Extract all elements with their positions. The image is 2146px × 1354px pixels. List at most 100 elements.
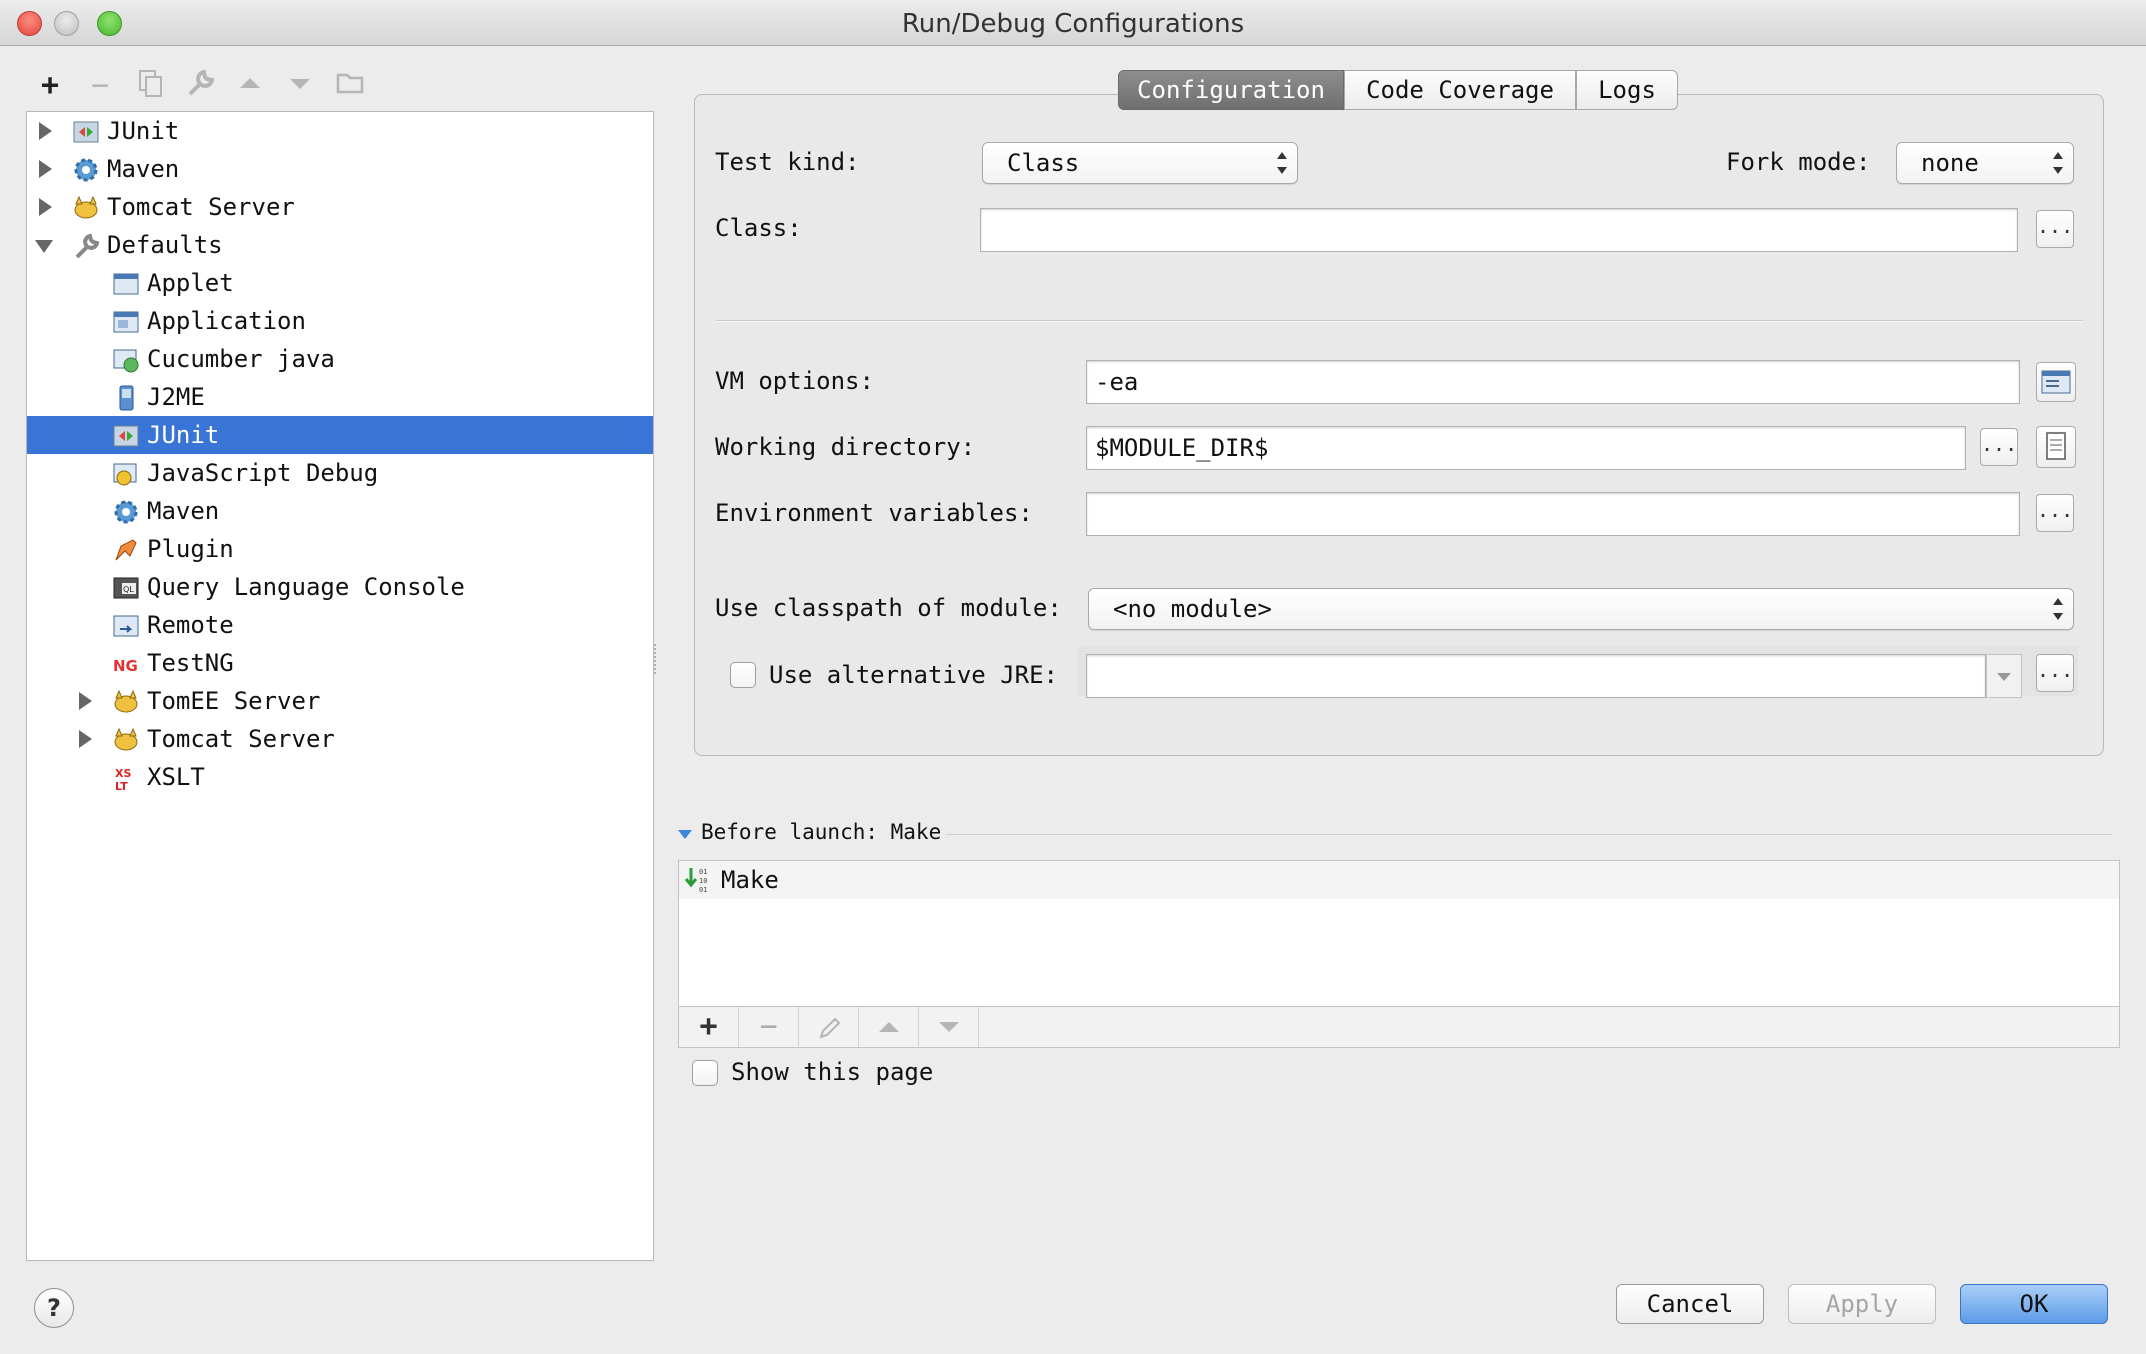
working-directory-field[interactable]: $MODULE_DIR$ bbox=[1086, 426, 1966, 470]
tree-item-tomee-server[interactable]: TomEE Server bbox=[27, 682, 653, 720]
expand-arrow-icon[interactable] bbox=[39, 122, 52, 140]
folder-icon bbox=[336, 73, 364, 94]
tree-item-applet[interactable]: Applet bbox=[27, 264, 653, 302]
tree-item-remote[interactable]: Remote bbox=[27, 606, 653, 644]
tree-item-junit[interactable]: JUnit bbox=[27, 112, 653, 150]
select-arrows-icon bbox=[2053, 152, 2063, 174]
before-launch-divider bbox=[946, 834, 2112, 835]
tomcat-icon bbox=[74, 195, 98, 219]
add-configuration-button[interactable]: + bbox=[32, 68, 68, 104]
move-down-button[interactable] bbox=[282, 68, 318, 104]
svg-text:01: 01 bbox=[699, 868, 707, 876]
tree-item-defaults[interactable]: Defaults bbox=[27, 226, 653, 264]
chevron-down-icon bbox=[1997, 673, 2011, 681]
expand-arrow-icon[interactable] bbox=[79, 692, 92, 710]
create-folder-button[interactable] bbox=[332, 68, 368, 104]
tree-item-defaults-maven[interactable]: Maven bbox=[27, 492, 653, 530]
alternative-jre-field[interactable] bbox=[1086, 654, 1986, 698]
insert-macro-button[interactable] bbox=[2036, 426, 2076, 468]
expand-arrow-icon[interactable] bbox=[79, 730, 92, 748]
before-launch-toolbar: + − bbox=[678, 1006, 2120, 1048]
edit-task-button[interactable] bbox=[799, 1007, 859, 1047]
environment-variables-label: Environment variables: bbox=[715, 499, 1033, 527]
remote-icon bbox=[113, 615, 139, 637]
before-launch-header: Before launch: Make bbox=[701, 820, 942, 844]
ok-button[interactable]: OK bbox=[1960, 1284, 2108, 1324]
tree-item-xslt[interactable]: XS LT XSLT bbox=[27, 758, 653, 796]
arrow-down-icon bbox=[290, 79, 310, 89]
tree-item-javascript-debug[interactable]: JavaScript Debug bbox=[27, 454, 653, 492]
tree-item-application[interactable]: Application bbox=[27, 302, 653, 340]
expand-text-icon bbox=[2041, 370, 2071, 394]
show-page-label: Show this page bbox=[731, 1058, 934, 1086]
show-page-checkbox[interactable] bbox=[692, 1060, 718, 1086]
vm-options-label: VM options: bbox=[715, 367, 874, 395]
tree-item-plugin[interactable]: Plugin bbox=[27, 530, 653, 568]
vm-options-field[interactable]: -ea bbox=[1086, 360, 2020, 404]
move-task-up-button[interactable] bbox=[859, 1007, 919, 1047]
remove-task-button[interactable]: − bbox=[739, 1007, 799, 1047]
arrow-down-icon bbox=[939, 1022, 959, 1032]
alternative-jre-checkbox[interactable] bbox=[730, 662, 756, 688]
tomee-icon bbox=[114, 689, 138, 713]
list-item[interactable]: 01 10 01 Make bbox=[679, 861, 2119, 899]
window-title: Run/Debug Configurations bbox=[901, 9, 1245, 39]
cancel-button[interactable]: Cancel bbox=[1616, 1284, 1764, 1324]
make-icon: 011001 bbox=[684, 868, 707, 894]
fork-mode-label: Fork mode: bbox=[1726, 148, 1871, 176]
splitter-handle[interactable] bbox=[654, 644, 662, 674]
classpath-module-select[interactable]: <no module> bbox=[1088, 588, 2074, 630]
tab-logs[interactable]: Logs bbox=[1576, 70, 1678, 110]
class-label: Class: bbox=[715, 214, 802, 242]
cucumber-icon bbox=[113, 349, 139, 373]
separator bbox=[716, 320, 2082, 322]
edit-defaults-button[interactable] bbox=[182, 68, 218, 104]
tree-item-cucumber-java[interactable]: Cucumber java bbox=[27, 340, 653, 378]
class-field[interactable] bbox=[980, 208, 2018, 252]
tree-item-maven[interactable]: Maven bbox=[27, 150, 653, 188]
fork-mode-select[interactable]: none bbox=[1896, 142, 2074, 184]
svg-text:10: 10 bbox=[699, 877, 707, 885]
class-browse-button[interactable]: ... bbox=[2036, 210, 2074, 248]
add-task-button[interactable]: + bbox=[679, 1007, 739, 1047]
configuration-tree[interactable]: JUnit Maven Tomcat Server Defaults Apple… bbox=[26, 111, 654, 1261]
tree-item-query-language-console[interactable]: QL Query Language Console bbox=[27, 568, 653, 606]
help-button[interactable]: ? bbox=[34, 1288, 74, 1328]
wrench-icon bbox=[188, 69, 215, 96]
expand-arrow-icon[interactable] bbox=[39, 160, 52, 178]
environment-variables-browse-button[interactable]: ... bbox=[2036, 494, 2074, 532]
expand-vm-options-button[interactable] bbox=[2036, 362, 2076, 402]
alternative-jre-browse-button[interactable]: ... bbox=[2036, 654, 2074, 692]
move-task-down-button[interactable] bbox=[919, 1007, 979, 1047]
tab-code-coverage[interactable]: Code Coverage bbox=[1344, 70, 1576, 110]
move-up-button[interactable] bbox=[232, 68, 268, 104]
select-arrows-icon bbox=[1277, 152, 1287, 174]
maven-gear-icon bbox=[114, 500, 138, 524]
collapse-triangle-icon[interactable] bbox=[676, 826, 694, 842]
svg-text:LT: LT bbox=[115, 780, 128, 791]
environment-variables-field[interactable] bbox=[1086, 492, 2020, 536]
tree-item-j2me[interactable]: J2ME bbox=[27, 378, 653, 416]
tree-item-tomcat-server[interactable]: Tomcat Server bbox=[27, 188, 653, 226]
copy-configuration-button[interactable] bbox=[132, 68, 168, 104]
query-console-icon: QL bbox=[113, 577, 139, 599]
remove-configuration-button[interactable]: − bbox=[82, 68, 118, 104]
svg-text:01: 01 bbox=[699, 886, 707, 894]
junit-icon bbox=[113, 425, 139, 447]
tree-item-defaults-junit[interactable]: JUnit bbox=[27, 416, 653, 454]
test-kind-select[interactable]: Class bbox=[982, 142, 1298, 184]
collapse-arrow-icon[interactable] bbox=[35, 240, 53, 253]
working-directory-browse-button[interactable]: ... bbox=[1980, 428, 2018, 466]
expand-arrow-icon[interactable] bbox=[39, 198, 52, 216]
make-label: Make bbox=[721, 866, 779, 894]
defaults-wrench-icon bbox=[75, 233, 99, 259]
classpath-module-value: <no module> bbox=[1113, 595, 1272, 623]
tab-configuration[interactable]: Configuration bbox=[1118, 70, 1344, 110]
alternative-jre-dropdown[interactable] bbox=[1986, 654, 2022, 698]
tree-item-defaults-tomcat-server[interactable]: Tomcat Server bbox=[27, 720, 653, 758]
copy-icon bbox=[139, 70, 162, 97]
tree-item-testng[interactable]: NG TestNG bbox=[27, 644, 653, 682]
apply-button[interactable]: Apply bbox=[1788, 1284, 1936, 1324]
svg-text:QL: QL bbox=[123, 585, 134, 594]
pencil-icon bbox=[819, 1017, 841, 1039]
